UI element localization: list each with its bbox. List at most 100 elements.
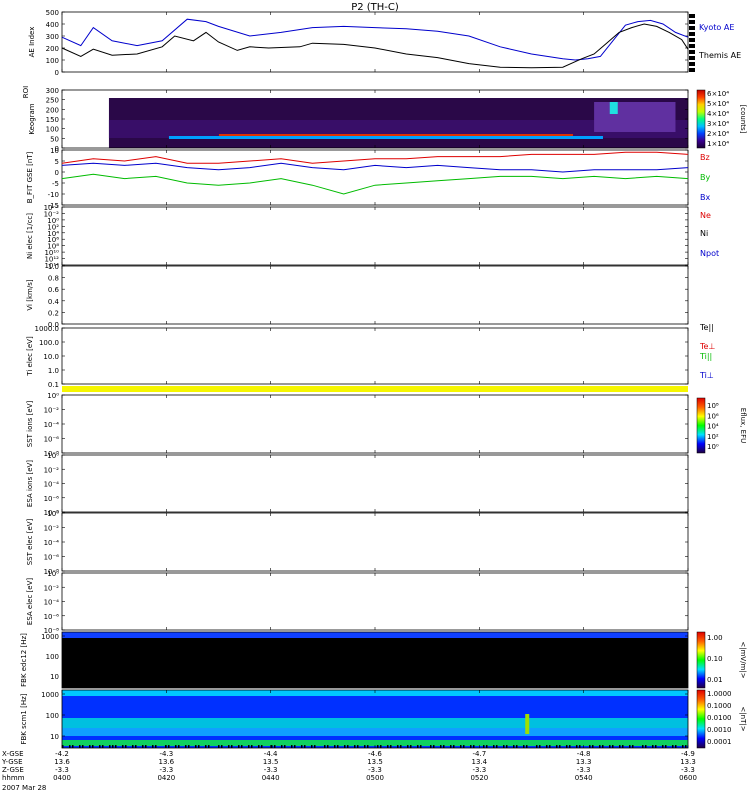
keogram-cbar-tick: 1×10⁴	[707, 140, 729, 148]
fbk-scm-spike	[327, 745, 329, 748]
fbk-scm-spike	[539, 745, 541, 748]
temperature-tick-label: 1.0	[48, 367, 59, 375]
fbk-scm-spike	[536, 745, 538, 748]
keogram-cbar-tick: 3×10⁴	[707, 120, 729, 128]
sst-cbar-tick: 10²	[707, 433, 719, 441]
fbk-scm-spike	[380, 745, 382, 748]
fbk-scm-spike	[579, 745, 581, 748]
fbk-scm-spike	[294, 745, 296, 748]
bfield-tick-label: -10	[48, 191, 59, 199]
ae-ylabel: AE Index	[28, 27, 36, 58]
bfield-line-by	[61, 173, 689, 195]
keogram-cbar-tick: 4×10⁴	[707, 110, 729, 118]
fbk-scm-spike	[311, 745, 313, 748]
fbk-scm-spike	[334, 745, 336, 748]
fbk-scm-spike	[612, 745, 614, 748]
fbk-scm-tick-label: 1000	[41, 691, 59, 699]
fbk-scm-spike	[132, 745, 134, 748]
fbk-scm-cbar-tick: 0.1000	[707, 702, 732, 710]
x-tick-value: -4.2	[55, 750, 69, 758]
fbk-scm-spike	[549, 745, 551, 748]
ae-right-ticks	[689, 20, 695, 24]
fbk-scm-spike	[516, 745, 518, 748]
sst_ion-tick-label: 10⁰	[47, 392, 59, 400]
sst_elec-tick-label: 10⁻⁶	[44, 554, 60, 562]
fbk-scm-spike	[175, 745, 177, 748]
x-tick-value: -3.3	[577, 766, 591, 774]
keogram-cbar-unit: [counts]	[739, 105, 747, 134]
sst-colorbar	[696, 397, 706, 454]
fbk-scm-spike	[433, 745, 435, 748]
x-tick-value: 0500	[366, 774, 384, 782]
fbk-scm-spike	[291, 745, 293, 748]
sst_ion-ylabel: SST ions [eV]	[26, 400, 34, 447]
fbk-scm-spike	[258, 745, 260, 748]
fbk-scm-spike	[473, 745, 475, 748]
x-row-label: Z-GSE	[2, 766, 24, 774]
x-tick-value: 0400	[53, 774, 71, 782]
fbk-scm-cbar-tick: 1.0000	[707, 690, 732, 698]
fbk-scm-spike	[367, 745, 369, 748]
legend-ti-perp: Ti⊥	[699, 371, 714, 380]
sst-cbar-tick: 10⁰	[707, 443, 719, 451]
sst-cbar-unit: Eflux, EFU	[739, 408, 747, 443]
fbk-scm-spike	[652, 745, 654, 748]
fbk-scm-spike	[450, 745, 452, 748]
sst_elec-panel-frame	[61, 512, 689, 572]
fbk-scm-spike	[284, 745, 286, 748]
themis-summary-plot: P2 (TH-C) 500 400 300 200 100 0 AE Index Kyoto A…	[0, 0, 750, 800]
x-row-label: hhmm	[2, 774, 25, 782]
fbk-scm-spike	[493, 745, 495, 748]
esa_elec-ylabel: ESA elec [eV]	[26, 578, 34, 625]
x-tick-value: 13.3	[680, 758, 696, 766]
legend-ni: Ni	[700, 229, 708, 238]
fbk-scm-spike	[122, 745, 124, 748]
bfield-ylabel: B_FIT GSE [nT]	[26, 151, 34, 203]
fbk-scm-spike	[619, 745, 621, 748]
fbk-scm-spike	[238, 745, 240, 748]
sst_elec-tick-label: 10⁻⁴	[44, 539, 60, 547]
fbk-scm-spike	[79, 745, 81, 748]
fbk-scm-spike	[470, 745, 472, 748]
fbk-edc-tick-label: 1000	[41, 633, 59, 641]
fbk-scm-spike	[599, 745, 601, 748]
bfield-line-bz	[61, 151, 689, 164]
x-tick-value: -4.8	[577, 750, 591, 758]
fbk-scm-spike	[178, 745, 180, 748]
keogram-arc-region	[594, 102, 676, 132]
fbk-scm-spike	[400, 745, 402, 748]
ae-tick-label: 500	[46, 9, 59, 17]
keogram-cbar-tick: 5×10⁴	[707, 100, 729, 108]
keogram-arc	[609, 102, 618, 114]
fbk-scm-spike	[672, 745, 674, 748]
velocity-ylabel: Vi [km/s]	[26, 279, 34, 310]
ae-right-ticks	[689, 44, 695, 48]
fbk-scm-spike	[337, 745, 339, 748]
temperature-tick-label: 10.0	[43, 353, 59, 361]
keogram-tick-label: 100	[46, 126, 59, 134]
fbk-scm-spike	[251, 745, 253, 748]
x-tick-value: -4.9	[681, 750, 695, 758]
fbk-scm-spike	[486, 745, 488, 748]
legend-te-perp: Te⊥	[699, 342, 715, 351]
fbk-scm-spike	[420, 745, 422, 748]
fbk-scm-spike	[145, 745, 147, 748]
x-tick-value: -3.3	[681, 766, 695, 774]
fbk-scm-spike	[301, 745, 303, 748]
esa_elec-tick-label: 10⁻²	[44, 584, 60, 592]
fbk-scm-ylabel: FBK scm1 [Hz]	[20, 693, 28, 744]
fbk-scm-spike	[460, 745, 462, 748]
fbk-scm-spike	[503, 745, 505, 748]
x-row-label: 2007 Mar 28	[2, 784, 46, 792]
ae-tick-label: 400	[46, 21, 59, 29]
esa_ion-tick-label: 10⁰	[47, 452, 59, 460]
x-row-label: X-GSE	[2, 750, 24, 758]
fbk-scm-spike	[556, 745, 558, 748]
fbk-scm-spike	[576, 745, 578, 748]
fbk-scm-spike	[407, 745, 409, 748]
x-tick-value: -3.3	[160, 766, 174, 774]
sst_ion-tick-label: 10⁻²	[44, 407, 60, 415]
x-tick-value: -3.3	[55, 766, 69, 774]
x-tick-value: -4.4	[264, 750, 278, 758]
esa_ion-tick-label: 10⁻⁴	[44, 481, 60, 489]
